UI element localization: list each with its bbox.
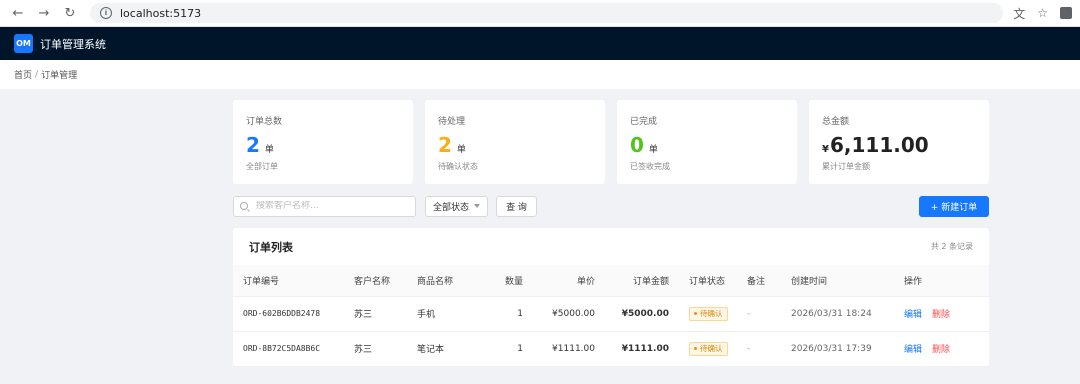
col-quantity: 数量 — [488, 265, 523, 297]
unit-price: ¥5000.00 — [552, 308, 595, 319]
delete-link[interactable]: 删除 — [932, 345, 950, 355]
row-actions: 编辑 删除 — [904, 331, 989, 366]
search-box[interactable] — [233, 195, 416, 217]
app-header: OM 订单管理系统 — [0, 27, 1080, 60]
record-count: 共 2 条记录 — [930, 242, 973, 251]
order-status: 待确认 — [669, 296, 747, 331]
stat-sub: 累计订单金额 — [822, 162, 870, 171]
order-table: 订单编号 客户名称 商品名称 数量 单价 订单金额 订单状态 备注 创建时间 操… — [233, 265, 989, 367]
status-text: 待确认 — [700, 309, 723, 318]
customer-name: 苏三 — [354, 310, 373, 320]
quantity: 1 — [517, 308, 523, 319]
search-icon — [240, 202, 248, 210]
order-list-panel: 订单列表 共 2 条记录 订单编号 客户名称 商品名称 数量 单价 订单金额 订… — [233, 228, 989, 367]
stat-value: 0 — [630, 133, 644, 157]
col-customer: 客户名称 — [354, 265, 417, 297]
quantity: 1 — [517, 343, 523, 354]
stat-card-completed: 已完成 0 单 已签收完成 — [617, 100, 797, 184]
stat-sub: 已签收完成 — [630, 162, 670, 171]
product-name: 笔记本 — [417, 345, 445, 355]
col-unit-price: 单价 — [523, 265, 595, 297]
app-logo: OM — [14, 34, 33, 53]
search-input[interactable] — [256, 201, 406, 211]
created-time: 2026/03/31 17:39 — [791, 343, 872, 354]
breadcrumb-current: 订单管理 — [41, 71, 78, 81]
table-row: ORD-8B72C5DA8B6C 苏三 笔记本 1 ¥1111.00 ¥1111… — [233, 331, 989, 366]
order-amount: ¥1111.00 — [595, 331, 669, 366]
delete-link[interactable]: 删除 — [932, 310, 950, 320]
stat-label: 订单总数 — [246, 117, 283, 127]
stat-value: 6,111.00 — [829, 133, 929, 157]
stat-value: 2 — [438, 133, 452, 157]
col-product: 商品名称 — [417, 265, 488, 297]
translate-icon[interactable]: 文 — [1013, 5, 1025, 22]
edit-link[interactable]: 编辑 — [904, 310, 922, 320]
stat-card-amount: 总金额 ¥ 6,111.00 累计订单金额 — [809, 100, 989, 184]
table-row: ORD-602B6DDB2478 苏三 手机 1 ¥5000.00 ¥5000.… — [233, 296, 989, 331]
reload-icon[interactable]: ↻ — [60, 3, 80, 23]
breadcrumb-home[interactable]: 首页 — [14, 68, 32, 81]
note: - — [747, 343, 751, 354]
unit-price: ¥1111.00 — [552, 343, 595, 354]
stat-cards: 订单总数 2 单 全部订单 待处理 2 单 待确认状态 已完成 0 单 已签收完… — [233, 100, 989, 184]
order-amount-value: ¥5000.00 — [621, 308, 669, 319]
col-amount: 订单金额 — [595, 265, 669, 297]
stat-unit: 单 — [264, 145, 274, 155]
status-select-value: 全部状态 — [433, 202, 470, 213]
new-order-button[interactable]: + 新建订单 — [919, 195, 989, 217]
order-id: ORD-602B6DDB2478 — [243, 309, 321, 318]
browser-toolbar: ← → ↻ i localhost:5173 文 ☆ — [0, 0, 1080, 27]
order-amount-value: ¥1111.00 — [621, 343, 669, 354]
extension-icon[interactable] — [1060, 7, 1072, 19]
chevron-down-icon — [474, 204, 480, 208]
breadcrumb-separator: / — [35, 69, 39, 80]
stat-unit: 单 — [456, 145, 466, 155]
status-select[interactable]: 全部状态 — [425, 195, 488, 217]
url-text: localhost:5173 — [120, 6, 202, 20]
row-actions: 编辑 删除 — [904, 296, 989, 331]
stat-card-pending: 待处理 2 单 待确认状态 — [425, 100, 605, 184]
app-title: 订单管理系统 — [40, 37, 106, 51]
query-button[interactable]: 查 询 — [496, 195, 537, 217]
status-dot-icon — [694, 347, 697, 350]
breadcrumb: 首页 / 订单管理 — [0, 60, 1080, 89]
stat-sub: 全部订单 — [246, 162, 278, 171]
table-header-row: 订单编号 客户名称 商品名称 数量 单价 订单金额 订单状态 备注 创建时间 操… — [233, 265, 989, 297]
product-name: 手机 — [417, 310, 436, 320]
panel-title: 订单列表 — [249, 240, 293, 254]
col-status: 订单状态 — [669, 265, 747, 297]
created-time: 2026/03/31 18:24 — [791, 308, 872, 319]
col-actions: 操作 — [904, 265, 989, 297]
customer-name: 苏三 — [354, 345, 373, 355]
stat-label: 已完成 — [630, 117, 658, 127]
stat-label: 待处理 — [438, 117, 466, 127]
status-dot-icon — [694, 312, 697, 315]
col-note: 备注 — [747, 265, 791, 297]
stat-label: 总金额 — [822, 117, 850, 127]
order-amount: ¥5000.00 — [595, 296, 669, 331]
stat-card-total: 订单总数 2 单 全部订单 — [233, 100, 413, 184]
site-info-icon[interactable]: i — [100, 7, 112, 19]
back-icon[interactable]: ← — [8, 3, 28, 23]
status-badge: 待确认 — [689, 341, 728, 356]
edit-link[interactable]: 编辑 — [904, 345, 922, 355]
main-content: 订单总数 2 单 全部订单 待处理 2 单 待确认状态 已完成 0 单 已签收完… — [233, 89, 989, 367]
col-created-time: 创建时间 — [791, 265, 904, 297]
col-order-id: 订单编号 — [233, 265, 354, 297]
bookmark-star-icon[interactable]: ☆ — [1037, 6, 1048, 20]
stat-value: 2 — [246, 133, 260, 157]
order-id: ORD-8B72C5DA8B6C — [243, 344, 321, 353]
currency-symbol: ¥ — [822, 144, 829, 155]
stat-unit: 单 — [648, 145, 658, 155]
stat-sub: 待确认状态 — [438, 162, 478, 171]
filter-toolbar: 全部状态 查 询 + 新建订单 — [233, 195, 989, 217]
status-text: 待确认 — [700, 344, 723, 353]
note: - — [747, 308, 751, 319]
address-bar[interactable]: i localhost:5173 — [90, 3, 1004, 23]
forward-icon[interactable]: → — [34, 3, 54, 23]
order-status: 待确认 — [669, 331, 747, 366]
status-badge: 待确认 — [689, 306, 728, 321]
